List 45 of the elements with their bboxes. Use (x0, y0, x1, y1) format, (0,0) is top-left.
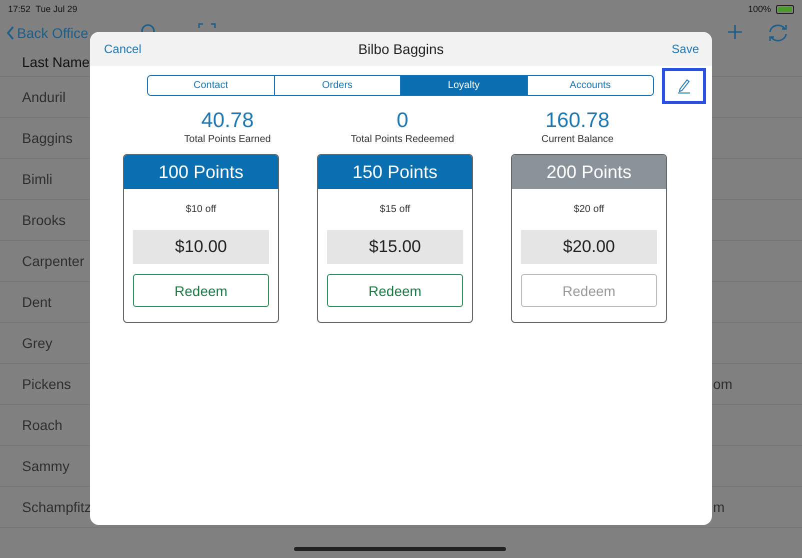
tab[interactable]: Accounts (526, 76, 653, 94)
table-cell: Carpenter (22, 253, 84, 269)
reward-description: $20 off (574, 204, 604, 216)
table-cell: Sammy (22, 458, 70, 474)
table-cell: Pickens (22, 376, 72, 392)
table-cell: Grey (22, 335, 52, 351)
edit-button[interactable] (662, 68, 706, 104)
save-button[interactable]: Save (672, 42, 699, 56)
stat-value: 40.78 (201, 109, 254, 133)
amount-field: $15.00 (327, 230, 463, 264)
status-date: Tue Jul 29 (36, 4, 78, 14)
modal-title: Bilbo Baggins (358, 41, 444, 57)
points-label: 100 Points (158, 162, 244, 182)
tab[interactable]: Loyalty (400, 76, 526, 94)
table-cell: Baggins (22, 130, 73, 146)
add-icon[interactable] (726, 23, 744, 41)
table-cell: Roach (22, 417, 62, 433)
column-header: Last Name (22, 54, 90, 70)
table-cell: Brooks (22, 212, 66, 228)
table-cell: Anduril (22, 89, 66, 105)
stat-value: 0 (396, 109, 408, 133)
points-label: 150 Points (352, 162, 438, 182)
cancel-button[interactable]: Cancel (104, 42, 142, 56)
table-cell: Bimli (22, 171, 52, 187)
points-label: 200 Points (546, 162, 632, 182)
amount-field: $10.00 (133, 230, 269, 264)
stat-value: 160.78 (545, 109, 610, 133)
reward-description: $15 off (380, 204, 410, 216)
battery-icon (776, 4, 794, 14)
redeem-button[interactable]: Redeem (133, 274, 269, 307)
table-cell: m (713, 499, 725, 515)
amount-field: $20.00 (521, 230, 657, 264)
stat-label: Total Points Redeemed (350, 133, 454, 147)
redeem-button[interactable]: Redeem (327, 274, 463, 307)
table-cell: Dent (22, 294, 52, 310)
chevron-icon (6, 26, 15, 40)
battery-percent: 100% (748, 4, 771, 14)
table-cell: om (713, 376, 732, 392)
sync-icon[interactable] (767, 23, 789, 43)
stat-label: Current Balance (541, 133, 614, 147)
status-time: 17:52 (8, 4, 31, 14)
pencil-icon (677, 78, 691, 94)
stat-label: Total Points Earned (184, 133, 271, 147)
table-cell: Schampfitz (22, 499, 92, 515)
reward-description: $10 off (186, 204, 216, 216)
